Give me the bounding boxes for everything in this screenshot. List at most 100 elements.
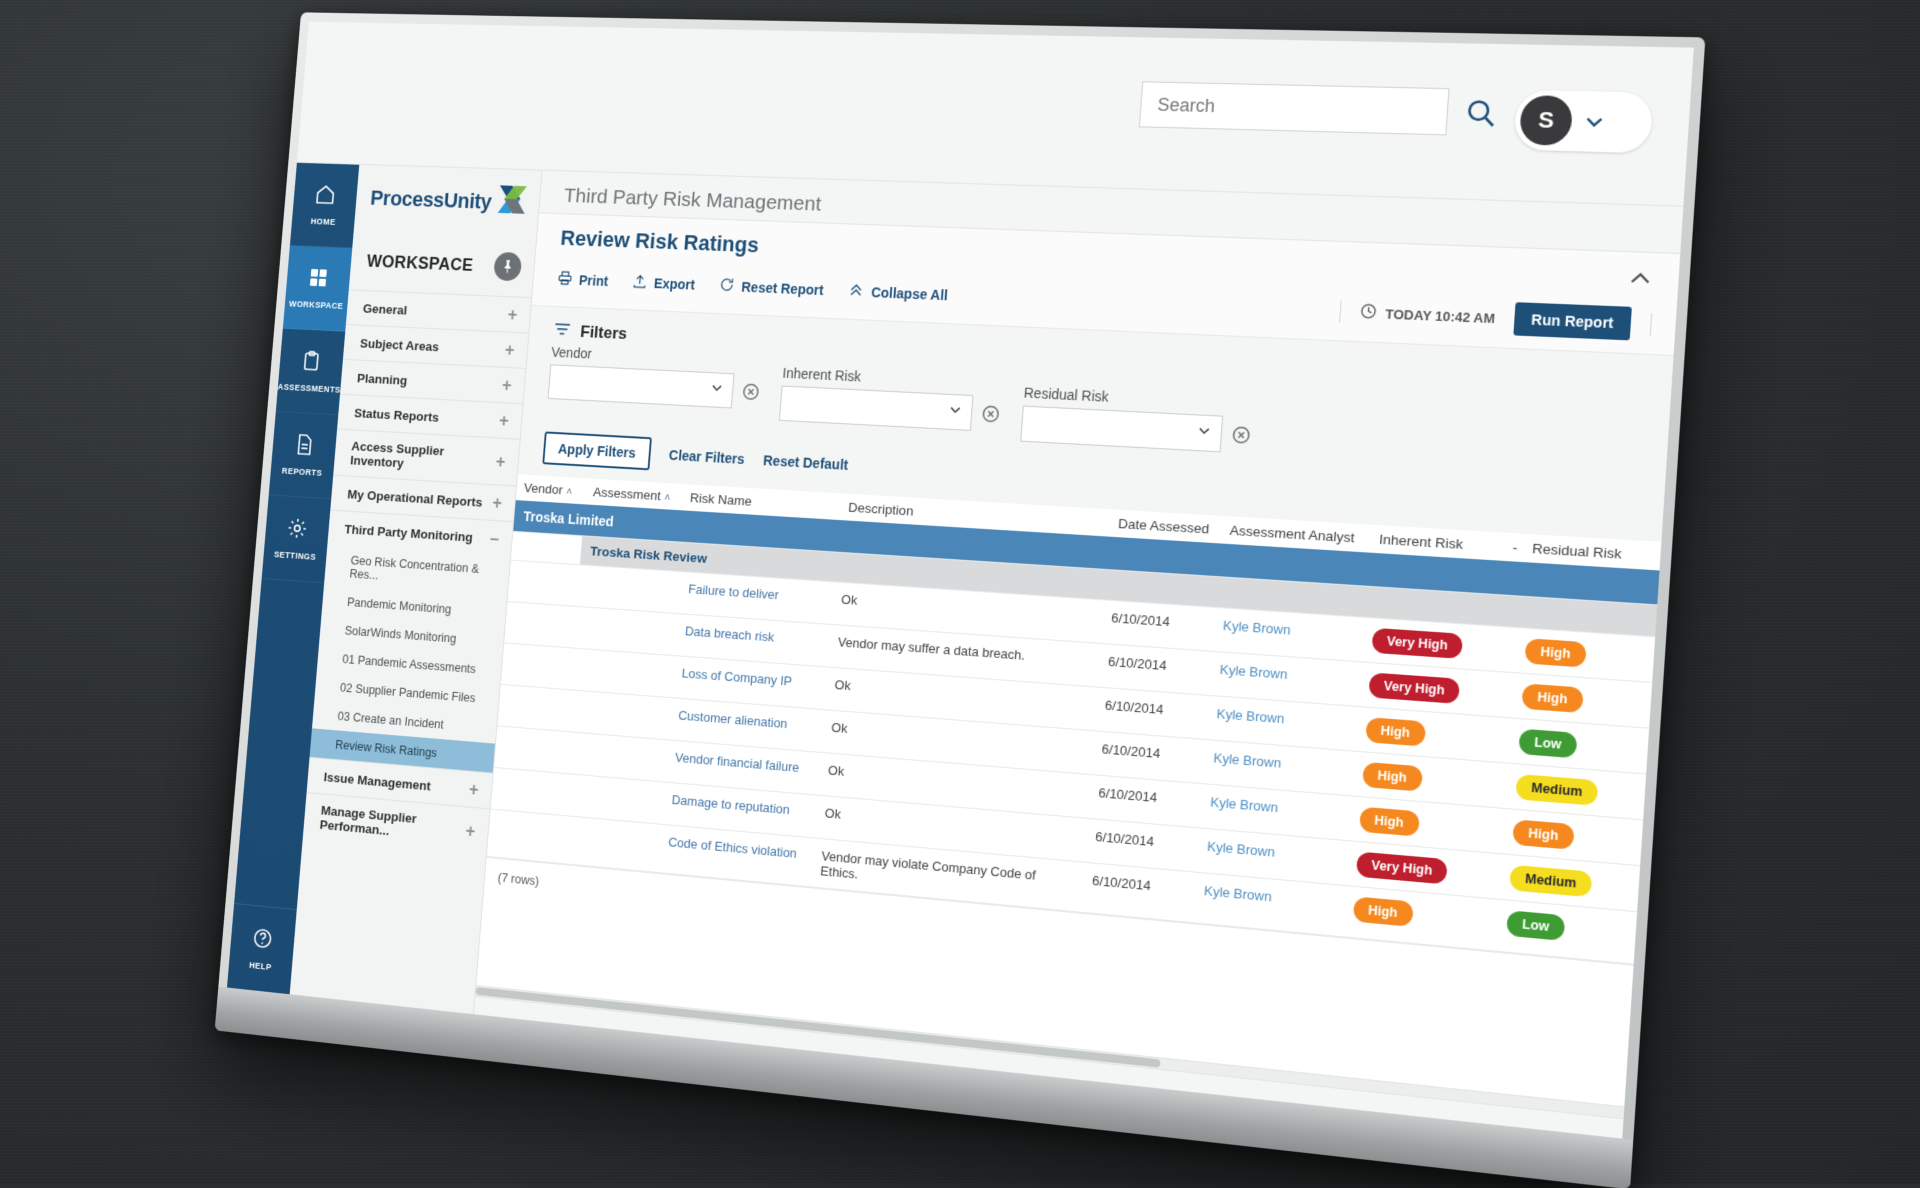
print-button[interactable]: Print xyxy=(557,270,609,291)
nav-sub-item-label: SolarWinds Monitoring xyxy=(344,624,457,646)
nav-item-toggle-icon[interactable]: + xyxy=(492,494,503,512)
scrollbar-thumb[interactable] xyxy=(476,987,1161,1068)
sort-ascending-icon[interactable]: ˄ xyxy=(664,492,671,504)
avatar: S xyxy=(1519,95,1574,146)
nav-item-label: Access Supplier Inventory xyxy=(350,439,497,476)
rail-item-settings[interactable]: SETTINGS xyxy=(262,495,332,583)
cell-inherent-risk: Very High xyxy=(1362,617,1498,671)
column-header-7[interactable]: - xyxy=(1503,533,1525,562)
cell-assessment-analyst[interactable]: Kyle Brown xyxy=(1203,740,1356,796)
bottom-strip xyxy=(474,996,1624,1139)
rail-item-reports[interactable]: REPORTS xyxy=(269,412,339,499)
filter-select-1[interactable] xyxy=(779,385,974,430)
nav-sub-item-label: 01 Pandemic Assessments xyxy=(342,652,476,676)
rail-label-assessments: ASSESSMENTS xyxy=(277,382,341,395)
cell-date-assessed: 6/10/2014 xyxy=(1085,818,1200,872)
collapse-all-label: Collapse All xyxy=(871,284,949,303)
cell-inherent-risk: High xyxy=(1356,707,1493,762)
nav-header: WORKSPACE xyxy=(349,224,537,298)
column-header-label: Assessment xyxy=(593,485,662,504)
cell-assessment-analyst[interactable]: Kyle Brown xyxy=(1200,784,1353,841)
printer-icon xyxy=(557,270,574,290)
cell-vendor xyxy=(487,809,560,863)
grid-icon xyxy=(307,266,330,294)
chevron-up-icon[interactable] xyxy=(1625,265,1655,293)
rail-item-assessments[interactable]: ASSESSMENTS xyxy=(276,329,345,416)
cell-inherent-risk: High xyxy=(1353,751,1490,807)
apply-filters-button[interactable]: Apply Filters xyxy=(542,431,651,470)
column-header-5[interactable]: Assessment Analyst xyxy=(1221,516,1372,553)
reset-default-link[interactable]: Reset Default xyxy=(763,452,849,473)
rail-label-settings: SETTINGS xyxy=(274,550,317,562)
cell-assessment-analyst[interactable]: Kyle Brown xyxy=(1207,695,1359,751)
brand-logo[interactable]: ProcessUnity xyxy=(354,165,541,231)
filter-control xyxy=(779,385,1002,432)
report-timestamp: TODAY 10:42 AM xyxy=(1359,302,1496,328)
column-header-6[interactable]: Inherent Risk xyxy=(1370,525,1505,561)
nav-item-toggle-icon[interactable]: – xyxy=(489,529,499,547)
chevron-down-icon[interactable] xyxy=(709,380,725,400)
cell-inherent-risk: Very High xyxy=(1347,841,1484,898)
nav-item-label: Subject Areas xyxy=(360,336,440,354)
inherent-risk-badge: High xyxy=(1365,717,1426,747)
toolbar-right: TODAY 10:42 AM Run Report xyxy=(1338,295,1652,341)
filter-field-1: Inherent Risk xyxy=(779,365,1004,432)
filter-value xyxy=(558,382,710,390)
search-input-wrap[interactable] xyxy=(1139,81,1450,135)
clear-circle-icon[interactable] xyxy=(741,382,761,402)
rail-item-help[interactable]: HELP xyxy=(227,903,297,994)
rail-item-home[interactable]: HOME xyxy=(290,163,359,248)
nav-item-toggle-icon[interactable]: + xyxy=(501,376,512,394)
nav-item-toggle-icon[interactable]: + xyxy=(495,453,506,471)
column-header-4[interactable]: Date Assessed xyxy=(1109,509,1222,543)
column-header-8[interactable]: Residual Risk xyxy=(1523,534,1662,571)
pin-icon[interactable] xyxy=(493,252,522,282)
clear-circle-icon[interactable] xyxy=(980,403,1001,424)
nav-sub-item-label: Pandemic Monitoring xyxy=(347,595,452,616)
cell-spacer xyxy=(1496,626,1519,672)
rail-item-workspace[interactable]: WORKSPACE xyxy=(283,246,352,332)
filter-select-2[interactable] xyxy=(1020,406,1223,453)
horizontal-scrollbar[interactable] xyxy=(475,985,1624,1118)
chevron-down-icon[interactable] xyxy=(1582,110,1607,133)
nav-item-toggle-icon[interactable]: + xyxy=(468,780,479,798)
residual-risk-badge: High xyxy=(1512,819,1574,849)
search-icon[interactable] xyxy=(1464,97,1498,129)
cell-description: Ok xyxy=(815,795,1088,862)
cell-date-assessed: 6/10/2014 xyxy=(1092,731,1207,784)
cell-vendor xyxy=(501,643,573,690)
cell-assessment-analyst[interactable]: Kyle Brown xyxy=(1213,607,1365,662)
nav-item-toggle-icon[interactable]: + xyxy=(507,306,518,324)
sort-ascending-icon[interactable]: ˄ xyxy=(566,486,573,498)
monitor-bezel: S HOME xyxy=(215,12,1706,1188)
search-input[interactable] xyxy=(1155,93,1433,123)
filter-select-0[interactable] xyxy=(548,364,735,408)
collapse-all-button[interactable]: Collapse All xyxy=(848,281,949,305)
reset-report-button[interactable]: Reset Report xyxy=(718,276,824,300)
chevron-down-icon[interactable] xyxy=(947,402,963,423)
nav-item-toggle-icon[interactable]: + xyxy=(498,412,509,430)
document-icon xyxy=(293,433,316,461)
user-menu[interactable]: S xyxy=(1513,90,1654,154)
nav-sub-item-label: 02 Supplier Pandemic Files xyxy=(340,681,476,705)
run-report-button[interactable]: Run Report xyxy=(1513,302,1632,340)
cell-assessment-analyst[interactable]: Kyle Brown xyxy=(1210,651,1362,706)
cell-assessment-analyst[interactable]: Kyle Brown xyxy=(1193,872,1346,937)
filter-value xyxy=(1031,424,1196,433)
cell-assessment xyxy=(573,606,673,655)
cell-assessment-analyst[interactable]: Kyle Brown xyxy=(1197,828,1350,886)
cell-date-assessed: 6/10/2014 xyxy=(1098,643,1213,695)
nav-item-label: My Operational Reports xyxy=(347,486,483,509)
cell-residual-risk: Low xyxy=(1509,718,1649,774)
cell-spacer xyxy=(1480,852,1503,899)
clear-circle-icon[interactable] xyxy=(1230,424,1252,445)
filter-control xyxy=(548,364,762,410)
nav-item-toggle-icon[interactable]: + xyxy=(504,341,515,359)
cell-residual-risk: High xyxy=(1503,809,1643,866)
column-header-label: Vendor xyxy=(523,480,563,497)
export-button[interactable]: Export xyxy=(631,273,696,295)
nav-item-label: Issue Management xyxy=(323,769,431,793)
nav-item-toggle-icon[interactable]: + xyxy=(465,822,476,840)
chevron-down-icon[interactable] xyxy=(1196,423,1213,444)
clear-filters-link[interactable]: Clear Filters xyxy=(668,447,745,467)
